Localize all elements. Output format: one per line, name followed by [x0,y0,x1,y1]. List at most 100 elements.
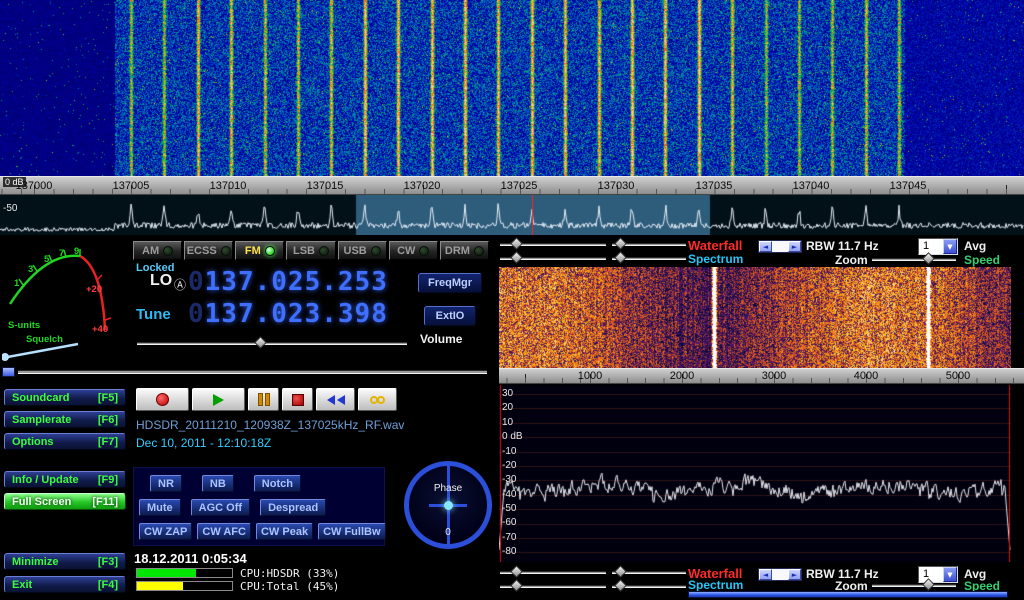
scroll-left-icon[interactable]: ◄ [759,569,772,580]
sp-min-handle[interactable] [510,251,523,264]
volume-slider-handle[interactable] [254,336,267,349]
info-update-button[interactable]: Info / Update [F9] [4,471,126,488]
pause-icon [265,393,270,406]
cw-fullbw-button[interactable]: CW FullBw [318,523,385,540]
nr-label: NR [158,478,174,490]
sp-max-handle[interactable] [614,251,627,264]
phase-label: Phase [409,483,487,494]
mode-ecss-button[interactable]: ECSS [184,241,233,260]
rf-frequency-ruler[interactable]: 137000 137005 137010 137015 137020 13702… [0,176,1024,195]
stop-button[interactable] [282,388,313,411]
notch-button[interactable]: Notch [254,475,301,492]
shift-scrollbar[interactable]: ◄ ► [758,240,802,253]
mode-cw-label: CW [397,245,415,257]
db-label: 10 [502,417,513,428]
spectrum-tab[interactable]: Spectrum [688,252,743,266]
mode-fm-button[interactable]: FM [235,241,284,260]
despread-button[interactable]: Despread [260,499,326,516]
tune-scroll-groove[interactable] [18,370,487,374]
mode-drm-button[interactable]: DRM [440,241,489,260]
wf2-brightness-handle[interactable] [510,565,523,578]
rf-db-top-label: 0 dB [3,177,26,187]
loop-icon [377,396,385,404]
cw-zap-button[interactable]: CW ZAP [139,523,192,540]
rf-db-mid-label: -50 [3,203,17,214]
soundcard-button[interactable]: Soundcard [F5] [4,389,126,406]
zoom-slider-groove-bottom[interactable] [872,584,956,587]
fullscreen-key: [F11] [92,496,118,508]
sp2-min-handle[interactable] [510,579,523,592]
audio-waterfall-display[interactable] [499,267,1011,368]
exit-button[interactable]: Exit [F4] [4,576,126,593]
scroll-track[interactable] [772,569,788,580]
nb-label: NB [210,478,226,490]
info-update-label: Info / Update [12,474,79,486]
nb-button[interactable]: NB [202,475,234,492]
record-button[interactable] [136,388,189,411]
zoom-slider-groove[interactable] [872,258,956,261]
scroll-left-icon[interactable]: ◄ [759,241,772,252]
mode-usb-button[interactable]: USB [338,241,387,260]
extio-button[interactable]: ExtIO [424,306,476,326]
spectrum-tab-bottom[interactable]: Spectrum [688,578,743,592]
agc-button[interactable]: AGC Off [191,499,250,516]
scroll-track[interactable] [772,241,788,252]
mode-lsb-button[interactable]: LSB [286,241,335,260]
extio-label: ExtIO [436,310,465,322]
mode-am-button[interactable]: AM [133,241,182,260]
rewind-icon [327,395,335,405]
smeter-needle [2,344,78,358]
lo-frequency-display[interactable]: 0137.025.253 [188,268,388,296]
smeter-tick-7: 7 [59,248,64,259]
dsp-panel: NR NB Notch Mute AGC Off Despread CW ZAP… [133,467,385,546]
mute-label: Mute [147,502,173,514]
samplerate-label: Samplerate [12,414,71,426]
rewind-button[interactable] [316,388,355,411]
cw-peak-button[interactable]: CW Peak [256,523,313,540]
combo-arrow-icon[interactable]: ▼ [943,239,957,254]
wf2-contrast-handle[interactable] [614,565,627,578]
audio-frequency-ruler[interactable]: 1000 2000 3000 4000 5000 [499,368,1024,384]
freq-label: 137035 [696,180,733,192]
db-label: -70 [502,532,516,543]
samplerate-button[interactable]: Samplerate [F6] [4,411,126,428]
audio-spectrum-display[interactable] [499,385,1011,562]
freq-label: 137025 [501,180,538,192]
db-label: 30 [502,388,513,399]
db-label: 20 [502,402,513,413]
wf-contrast-handle[interactable] [614,237,627,250]
cw-afc-button[interactable]: CW AFC [197,523,251,540]
avg-select-bottom[interactable]: 1 ▼ [918,566,958,583]
zoom-range-bar[interactable] [688,591,1008,598]
squelch-slider-handle[interactable] [2,367,15,377]
volume-label: Volume [420,332,462,346]
tune-frequency-display[interactable]: 0137.023.398 [188,300,388,328]
mode-cw-button[interactable]: CW [389,241,438,260]
minimize-button[interactable]: Minimize [F3] [4,553,126,570]
s-meter: 1 3 5 7 9 +20 +40 S-units Squelch [2,240,128,366]
mute-button[interactable]: Mute [139,499,181,516]
shift-scrollbar-bottom[interactable]: ◄ ► [758,568,802,581]
fullscreen-button[interactable]: Full Screen [F11] [4,493,126,510]
options-button[interactable]: Options [F7] [4,433,126,450]
smeter-tick-plus20: +20 [86,284,102,295]
volume-slider-groove[interactable] [137,342,407,345]
pause-button[interactable] [248,388,279,411]
play-button[interactable] [192,388,245,411]
scroll-right-icon[interactable]: ► [788,569,801,580]
soundcard-key: [F5] [98,392,118,404]
smeter-tick-3: 3 [28,264,33,275]
avg-select[interactable]: 1 ▼ [918,238,958,255]
nr-button[interactable]: NR [150,475,182,492]
phase-indicator[interactable]: Phase 0 [404,461,492,549]
loop-button[interactable] [358,388,397,411]
rf-waterfall-display[interactable] [0,0,1024,176]
scroll-right-icon[interactable]: ► [788,241,801,252]
mode-lsb-led-icon [319,246,329,256]
combo-arrow-icon[interactable]: ▼ [943,567,957,582]
wf-brightness-handle[interactable] [510,237,523,250]
freqmgr-button[interactable]: FreqMgr [418,273,482,293]
sp2-max-handle[interactable] [614,579,627,592]
waterfall-tab[interactable]: Waterfall [688,238,742,253]
rf-spectrum-display[interactable] [0,195,1024,235]
